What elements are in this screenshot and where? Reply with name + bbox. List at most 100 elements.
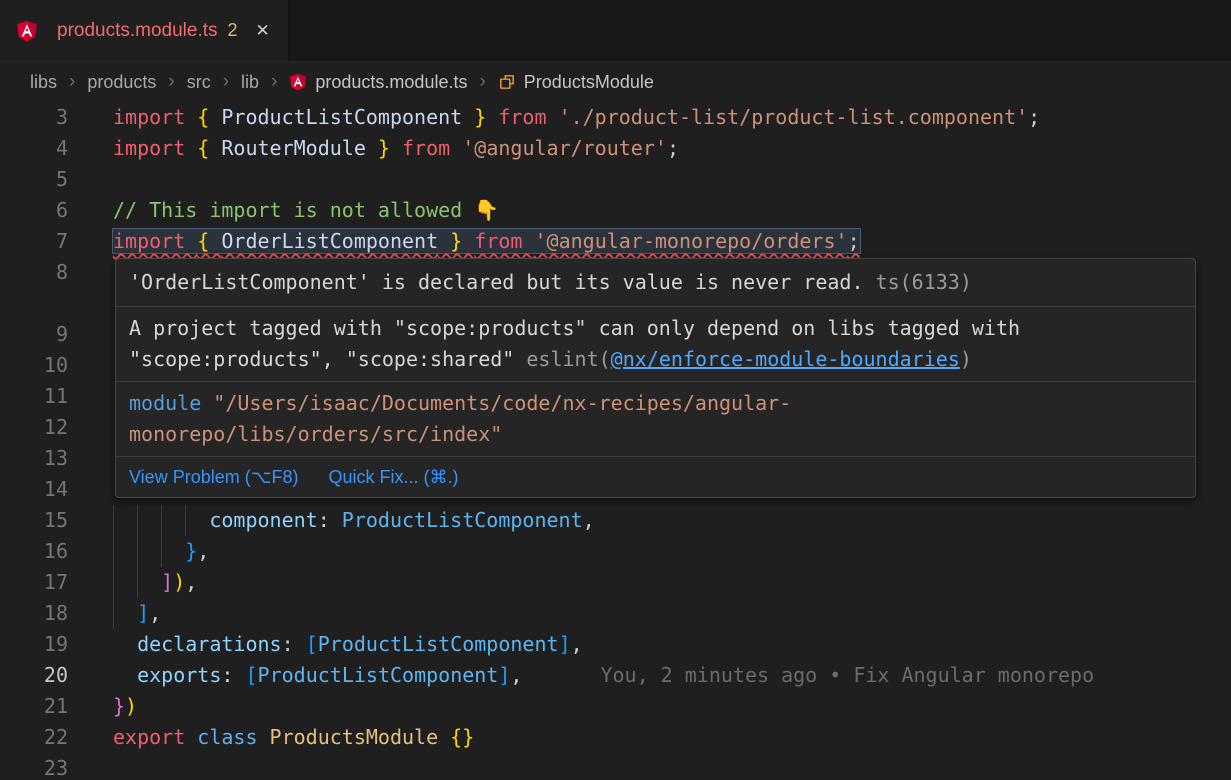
code-line[interactable]: 7 import { OrderListComponent } from '@an…: [0, 226, 1231, 257]
line-number[interactable]: 21: [0, 691, 68, 722]
close-tab-icon[interactable]: ✕: [256, 21, 270, 41]
indent-guide: [113, 567, 114, 598]
chevron-right-icon: ›: [223, 71, 229, 93]
code-token: ]: [498, 663, 510, 687]
code-token: ]: [559, 632, 571, 656]
code-token: class: [197, 725, 269, 749]
tab-problems-badge: 2: [228, 20, 238, 41]
line-number[interactable]: 23: [0, 753, 68, 780]
code-token: ]: [137, 601, 149, 625]
code-line[interactable]: 15 component: ProductListComponent,: [0, 505, 1231, 536]
line-number[interactable]: 20: [0, 660, 68, 691]
indent-guide: [161, 536, 162, 567]
code-token: }: [113, 694, 125, 718]
hover-ts-diagnostic: 'OrderListComponent' is declared but its…: [116, 259, 1195, 307]
indent-guide: [113, 598, 114, 629]
code-content: import { RouterModule } from '@angular/r…: [68, 133, 1231, 164]
code-token: ProductListComponent: [221, 105, 462, 129]
line-number[interactable]: 18: [0, 598, 68, 629]
line-number[interactable]: 5: [0, 164, 68, 195]
code-token: ,: [197, 539, 209, 563]
code-token: from: [498, 105, 558, 129]
eslint-message-line1: A project tagged with "scope:products" c…: [129, 316, 1020, 340]
line-number[interactable]: 11: [0, 381, 68, 412]
hover-module-info: module "/Users/isaac/Documents/code/nx-r…: [116, 382, 1195, 457]
code-content: export class ProductsModule {}: [68, 722, 1231, 753]
eslint-source-prefix: eslint(: [526, 347, 610, 371]
editor-tab[interactable]: products.module.ts 2 ✕: [0, 0, 289, 61]
code-token: OrderListComponent: [221, 229, 438, 253]
line-number[interactable]: 17: [0, 567, 68, 598]
code-line[interactable]: 3import { ProductListComponent } from '.…: [0, 102, 1231, 133]
line-number[interactable]: 9: [0, 319, 68, 350]
breadcrumb-item-src[interactable]: src: [187, 72, 211, 93]
code-line[interactable]: 5: [0, 164, 1231, 195]
code-token: :: [318, 508, 342, 532]
line-number[interactable]: 22: [0, 722, 68, 753]
line-number[interactable]: 14: [0, 474, 68, 505]
code-line[interactable]: 17 ]),: [0, 567, 1231, 598]
code-token: ,: [149, 601, 161, 625]
module-path-line1: "/Users/isaac/Documents/code/nx-recipes/…: [201, 391, 791, 415]
indent-guide: [161, 505, 162, 536]
line-number[interactable]: 16: [0, 536, 68, 567]
code-content: import { ProductListComponent } from './…: [68, 102, 1231, 133]
breadcrumb-item-products[interactable]: products: [87, 72, 156, 93]
code-token: ,: [583, 508, 595, 532]
indent-guide: [113, 536, 114, 567]
line-number[interactable]: 19: [0, 629, 68, 660]
code-token: :: [282, 632, 306, 656]
code-token: export: [113, 725, 197, 749]
angular-icon: [289, 73, 307, 91]
code-line[interactable]: 18 ],: [0, 598, 1231, 629]
line-number[interactable]: 15: [0, 505, 68, 536]
line-number[interactable]: 13: [0, 443, 68, 474]
code-token: '@angular-monorepo/orders': [534, 229, 847, 253]
line-number[interactable]: 12: [0, 412, 68, 443]
breadcrumb-item-symbol[interactable]: ProductsModule: [524, 72, 654, 93]
code-content: ]),: [68, 567, 1231, 598]
code-line[interactable]: 20 exports: [ProductListComponent],You, …: [0, 660, 1231, 691]
code-content: },: [68, 536, 1231, 567]
code-token: ,: [185, 570, 197, 594]
code-content: // This import is not allowed 👇: [68, 195, 1231, 226]
line-number[interactable]: 6: [0, 195, 68, 226]
line-number[interactable]: 8: [0, 257, 68, 319]
tab-title: products.module.ts: [57, 20, 218, 42]
error-highlight: import { OrderListComponent } from '@ang…: [113, 229, 860, 253]
code-line[interactable]: 6// This import is not allowed 👇: [0, 195, 1231, 226]
code-line[interactable]: 21}): [0, 691, 1231, 722]
code-token: [113, 663, 137, 687]
code-editor[interactable]: 3import { ProductListComponent } from '.…: [0, 102, 1231, 780]
code-line[interactable]: 22export class ProductsModule {}: [0, 722, 1231, 753]
code-line[interactable]: 16 },: [0, 536, 1231, 567]
line-number[interactable]: 4: [0, 133, 68, 164]
breadcrumb-item-lib[interactable]: lib: [241, 72, 259, 93]
code-line[interactable]: 23: [0, 753, 1231, 780]
quick-fix-action[interactable]: Quick Fix... (⌘.): [328, 462, 458, 493]
view-problem-action[interactable]: View Problem (⌥F8): [129, 462, 298, 493]
code-line[interactable]: 19 declarations: [ProductListComponent],: [0, 629, 1231, 660]
line-number[interactable]: 10: [0, 350, 68, 381]
code-token: ProductListComponent: [318, 632, 559, 656]
code-token: ,: [571, 632, 583, 656]
code-token: {: [197, 105, 221, 129]
line-number[interactable]: 7: [0, 226, 68, 257]
indent-guide: [137, 536, 138, 567]
breadcrumb-item-file[interactable]: products.module.ts: [315, 72, 467, 93]
code-content: ],: [68, 598, 1231, 629]
code-token: './product-list/product-list.component': [559, 105, 1029, 129]
breadcrumb-item-libs[interactable]: libs: [30, 72, 57, 93]
code-token: {}: [450, 725, 474, 749]
indent-guide: [137, 567, 138, 598]
code-content: component: ProductListComponent,: [68, 505, 1231, 536]
module-keyword: module: [129, 391, 201, 415]
code-token: ;: [667, 136, 679, 160]
code-token: }: [366, 136, 402, 160]
indent-guide: [185, 505, 186, 536]
eslint-rule-link[interactable]: @nx/enforce-module-boundaries: [611, 347, 960, 371]
line-number[interactable]: 3: [0, 102, 68, 133]
code-line[interactable]: 4import { RouterModule } from '@angular/…: [0, 133, 1231, 164]
code-content: }): [68, 691, 1231, 722]
class-symbol-icon: [498, 73, 516, 91]
